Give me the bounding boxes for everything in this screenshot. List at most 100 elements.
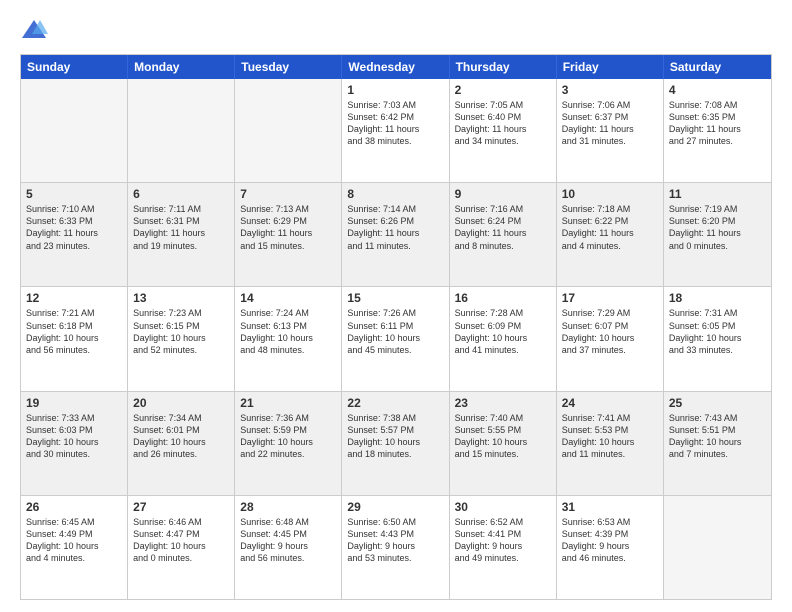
day-cell-10: 10 Sunrise: 7:18 AM Sunset: 6:22 PM Dayli… [557, 183, 664, 286]
day-cell-27: 27Sunrise: 6:46 AM Sunset: 4:47 PM Dayli… [128, 496, 235, 599]
cell-info: Sunrise: 7:36 AM Sunset: 5:59 PM Dayligh… [240, 412, 336, 461]
cell-info: Sunrise: 6:52 AM Sunset: 4:41 PM Dayligh… [455, 516, 551, 565]
cell-info: Sunrise: 6:46 AM Sunset: 4:47 PM Dayligh… [133, 516, 229, 565]
day-number: 1 [347, 83, 443, 97]
day-cell-23: 23 Sunrise: 7:40 AM Sunset: 5:55 PM Dayli… [450, 392, 557, 495]
day-number: 24 [562, 396, 658, 410]
day-number: 20 [133, 396, 229, 410]
day-header-wednesday: Wednesday [342, 55, 449, 79]
day-number: 6 [133, 187, 229, 201]
week-row-0: 1 Sunrise: 7:03 AM Sunset: 6:42 PM Daylig… [21, 79, 771, 182]
day-cell-3: 3Sunrise: 7:06 AM Sunset: 6:37 PM Daylig… [557, 79, 664, 182]
week-row-4: 26 Sunrise: 6:45 AM Sunset: 4:49 PM Dayli… [21, 495, 771, 599]
day-cell-21: 21Sunrise: 7:36 AM Sunset: 5:59 PM Dayli… [235, 392, 342, 495]
empty-cell [21, 79, 128, 182]
day-header-saturday: Saturday [664, 55, 771, 79]
calendar-body: 1 Sunrise: 7:03 AM Sunset: 6:42 PM Daylig… [21, 79, 771, 599]
cell-info: Sunrise: 7:19 AM Sunset: 6:20 PM Dayligh… [669, 203, 766, 252]
day-number: 25 [669, 396, 766, 410]
day-header-sunday: Sunday [21, 55, 128, 79]
day-cell-30: 30Sunrise: 6:52 AM Sunset: 4:41 PM Dayli… [450, 496, 557, 599]
cell-info: Sunrise: 6:50 AM Sunset: 4:43 PM Dayligh… [347, 516, 443, 565]
day-cell-24: 24 Sunrise: 7:41 AM Sunset: 5:53 PM Dayli… [557, 392, 664, 495]
cell-info: Sunrise: 7:23 AM Sunset: 6:15 PM Dayligh… [133, 307, 229, 356]
cell-info: Sunrise: 6:53 AM Sunset: 4:39 PM Dayligh… [562, 516, 658, 565]
cell-info: Sunrise: 7:41 AM Sunset: 5:53 PM Dayligh… [562, 412, 658, 461]
day-cell-22: 22Sunrise: 7:38 AM Sunset: 5:57 PM Dayli… [342, 392, 449, 495]
day-number: 7 [240, 187, 336, 201]
header [20, 16, 772, 44]
cell-info: Sunrise: 7:33 AM Sunset: 6:03 PM Dayligh… [26, 412, 122, 461]
week-row-2: 12 Sunrise: 7:21 AM Sunset: 6:18 PM Dayli… [21, 286, 771, 390]
day-number: 17 [562, 291, 658, 305]
day-header-thursday: Thursday [450, 55, 557, 79]
day-cell-20: 20 Sunrise: 7:34 AM Sunset: 6:01 PM Dayli… [128, 392, 235, 495]
calendar-header: SundayMondayTuesdayWednesdayThursdayFrid… [21, 55, 771, 79]
cell-info: Sunrise: 7:24 AM Sunset: 6:13 PM Dayligh… [240, 307, 336, 356]
day-number: 16 [455, 291, 551, 305]
day-number: 14 [240, 291, 336, 305]
calendar: SundayMondayTuesdayWednesdayThursdayFrid… [20, 54, 772, 600]
day-number: 4 [669, 83, 766, 97]
cell-info: Sunrise: 7:13 AM Sunset: 6:29 PM Dayligh… [240, 203, 336, 252]
empty-cell [128, 79, 235, 182]
day-cell-5: 5 Sunrise: 7:10 AM Sunset: 6:33 PM Daylig… [21, 183, 128, 286]
logo-icon [20, 16, 48, 44]
cell-info: Sunrise: 7:11 AM Sunset: 6:31 PM Dayligh… [133, 203, 229, 252]
day-number: 29 [347, 500, 443, 514]
cell-info: Sunrise: 7:21 AM Sunset: 6:18 PM Dayligh… [26, 307, 122, 356]
cell-info: Sunrise: 7:38 AM Sunset: 5:57 PM Dayligh… [347, 412, 443, 461]
cell-info: Sunrise: 7:26 AM Sunset: 6:11 PM Dayligh… [347, 307, 443, 356]
day-header-tuesday: Tuesday [235, 55, 342, 79]
cell-info: Sunrise: 7:14 AM Sunset: 6:26 PM Dayligh… [347, 203, 443, 252]
day-number: 2 [455, 83, 551, 97]
day-cell-13: 13 Sunrise: 7:23 AM Sunset: 6:15 PM Dayli… [128, 287, 235, 390]
day-cell-26: 26 Sunrise: 6:45 AM Sunset: 4:49 PM Dayli… [21, 496, 128, 599]
week-row-1: 5 Sunrise: 7:10 AM Sunset: 6:33 PM Daylig… [21, 182, 771, 286]
page: SundayMondayTuesdayWednesdayThursdayFrid… [0, 0, 792, 612]
day-cell-16: 16 Sunrise: 7:28 AM Sunset: 6:09 PM Dayli… [450, 287, 557, 390]
day-number: 26 [26, 500, 122, 514]
cell-info: Sunrise: 7:29 AM Sunset: 6:07 PM Dayligh… [562, 307, 658, 356]
day-cell-17: 17 Sunrise: 7:29 AM Sunset: 6:07 PM Dayli… [557, 287, 664, 390]
day-cell-9: 9 Sunrise: 7:16 AM Sunset: 6:24 PM Daylig… [450, 183, 557, 286]
cell-info: Sunrise: 7:28 AM Sunset: 6:09 PM Dayligh… [455, 307, 551, 356]
day-header-friday: Friday [557, 55, 664, 79]
day-cell-15: 15Sunrise: 7:26 AM Sunset: 6:11 PM Dayli… [342, 287, 449, 390]
day-cell-31: 31 Sunrise: 6:53 AM Sunset: 4:39 PM Dayli… [557, 496, 664, 599]
week-row-3: 19 Sunrise: 7:33 AM Sunset: 6:03 PM Dayli… [21, 391, 771, 495]
logo [20, 16, 52, 44]
day-number: 13 [133, 291, 229, 305]
day-number: 3 [562, 83, 658, 97]
day-header-monday: Monday [128, 55, 235, 79]
day-number: 5 [26, 187, 122, 201]
day-cell-19: 19 Sunrise: 7:33 AM Sunset: 6:03 PM Dayli… [21, 392, 128, 495]
day-cell-4: 4 Sunrise: 7:08 AM Sunset: 6:35 PM Daylig… [664, 79, 771, 182]
day-number: 23 [455, 396, 551, 410]
day-number: 28 [240, 500, 336, 514]
cell-info: Sunrise: 7:18 AM Sunset: 6:22 PM Dayligh… [562, 203, 658, 252]
cell-info: Sunrise: 7:43 AM Sunset: 5:51 PM Dayligh… [669, 412, 766, 461]
cell-info: Sunrise: 6:45 AM Sunset: 4:49 PM Dayligh… [26, 516, 122, 565]
cell-info: Sunrise: 7:08 AM Sunset: 6:35 PM Dayligh… [669, 99, 766, 148]
day-cell-29: 29 Sunrise: 6:50 AM Sunset: 4:43 PM Dayli… [342, 496, 449, 599]
cell-info: Sunrise: 7:31 AM Sunset: 6:05 PM Dayligh… [669, 307, 766, 356]
cell-info: Sunrise: 7:34 AM Sunset: 6:01 PM Dayligh… [133, 412, 229, 461]
cell-info: Sunrise: 6:48 AM Sunset: 4:45 PM Dayligh… [240, 516, 336, 565]
day-cell-11: 11Sunrise: 7:19 AM Sunset: 6:20 PM Dayli… [664, 183, 771, 286]
cell-info: Sunrise: 7:40 AM Sunset: 5:55 PM Dayligh… [455, 412, 551, 461]
day-cell-28: 28 Sunrise: 6:48 AM Sunset: 4:45 PM Dayli… [235, 496, 342, 599]
day-number: 12 [26, 291, 122, 305]
day-number: 10 [562, 187, 658, 201]
day-cell-8: 8Sunrise: 7:14 AM Sunset: 6:26 PM Daylig… [342, 183, 449, 286]
day-number: 31 [562, 500, 658, 514]
day-number: 9 [455, 187, 551, 201]
day-cell-25: 25 Sunrise: 7:43 AM Sunset: 5:51 PM Dayli… [664, 392, 771, 495]
day-cell-7: 7 Sunrise: 7:13 AM Sunset: 6:29 PM Daylig… [235, 183, 342, 286]
day-cell-6: 6 Sunrise: 7:11 AM Sunset: 6:31 PM Daylig… [128, 183, 235, 286]
day-number: 19 [26, 396, 122, 410]
cell-info: Sunrise: 7:03 AM Sunset: 6:42 PM Dayligh… [347, 99, 443, 148]
cell-info: Sunrise: 7:10 AM Sunset: 6:33 PM Dayligh… [26, 203, 122, 252]
day-number: 18 [669, 291, 766, 305]
cell-info: Sunrise: 7:16 AM Sunset: 6:24 PM Dayligh… [455, 203, 551, 252]
